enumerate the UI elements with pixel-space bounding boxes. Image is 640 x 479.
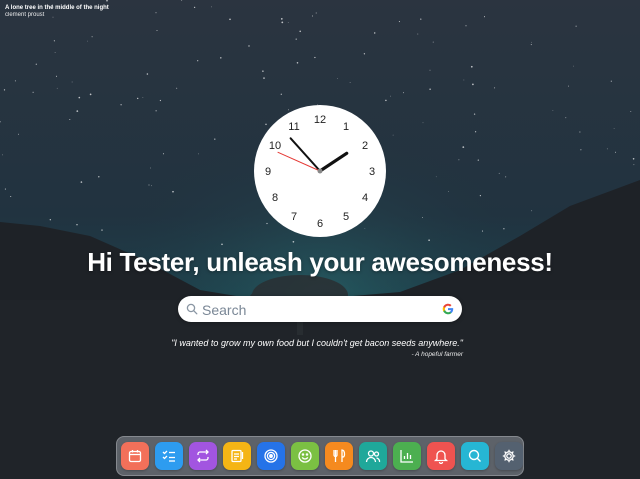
chart-icon bbox=[400, 450, 413, 463]
quote: "I wanted to grow my own food but I coul… bbox=[150, 338, 463, 358]
search-icon bbox=[468, 449, 481, 462]
food-icon bbox=[333, 449, 346, 462]
magnifier-icon bbox=[186, 303, 198, 315]
clock-number: 8 bbox=[272, 192, 278, 204]
clock-number: 10 bbox=[269, 140, 281, 152]
app-reminders[interactable] bbox=[427, 442, 455, 470]
search-bar[interactable] bbox=[178, 296, 462, 322]
clock-number: 5 bbox=[343, 211, 349, 223]
google-icon[interactable] bbox=[442, 303, 454, 315]
app-notes[interactable] bbox=[223, 442, 251, 470]
app-tasks[interactable] bbox=[155, 442, 183, 470]
clock-number: 11 bbox=[288, 121, 299, 133]
target-icon bbox=[264, 449, 278, 463]
app-calendar[interactable] bbox=[121, 442, 149, 470]
app-people[interactable] bbox=[359, 442, 387, 470]
app-goals[interactable] bbox=[257, 442, 285, 470]
clock-center bbox=[317, 168, 323, 174]
photo-author[interactable]: clement proust bbox=[5, 12, 109, 19]
photo-credit: A lone tree in the middle of the night c… bbox=[5, 5, 109, 19]
people-icon bbox=[365, 450, 381, 463]
clock-number: 6 bbox=[317, 218, 323, 230]
app-mood[interactable] bbox=[291, 442, 319, 470]
app-settings[interactable] bbox=[495, 442, 523, 470]
bell-icon bbox=[433, 450, 449, 464]
greeting-text: Hi Tester, unleash your awesomeness! bbox=[87, 247, 553, 277]
search-input[interactable] bbox=[200, 299, 434, 321]
clock-number: 3 bbox=[369, 166, 375, 178]
calendar-icon bbox=[128, 450, 142, 463]
app-food[interactable] bbox=[325, 442, 353, 470]
notes-icon bbox=[231, 449, 244, 463]
background-photo bbox=[0, 0, 640, 479]
quote-text: "I wanted to grow my own food but I coul… bbox=[171, 338, 463, 348]
repeat-icon bbox=[197, 449, 209, 463]
analog-clock: 121234567891011 bbox=[254, 105, 386, 237]
app-habits[interactable] bbox=[189, 442, 217, 470]
clock-number: 4 bbox=[362, 192, 368, 204]
quote-author: - A hopeful farmer bbox=[411, 351, 463, 358]
app-stats[interactable] bbox=[393, 442, 421, 470]
clock-number: 12 bbox=[314, 114, 326, 126]
clock-number: 9 bbox=[265, 166, 271, 178]
clock-number: 1 bbox=[343, 121, 349, 133]
settings-icon bbox=[502, 449, 516, 463]
photo-title[interactable]: A lone tree in the middle of the night bbox=[5, 5, 109, 12]
clock-number: 7 bbox=[291, 211, 297, 223]
smiley-icon bbox=[298, 449, 312, 463]
app-search[interactable] bbox=[461, 442, 489, 470]
app-dock bbox=[116, 436, 524, 476]
checklist-icon bbox=[162, 450, 175, 462]
clock-number: 2 bbox=[362, 140, 368, 152]
